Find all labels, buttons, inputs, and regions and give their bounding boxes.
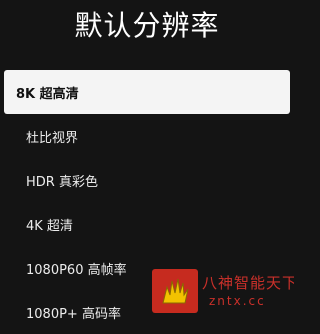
resolution-option-label: 杜比视界 <box>26 130 79 146</box>
resolution-option-label: 1080P+ 高码率 <box>26 306 121 322</box>
resolution-option-label: 4K 超清 <box>26 218 73 234</box>
watermark-domain: zntx.cc <box>209 294 266 308</box>
resolution-option-label: 1080P60 高帧率 <box>26 262 127 278</box>
resolution-option-dolby-vision[interactable]: 杜比视界 <box>0 114 294 158</box>
watermark: 八神智能天下 zntx.cc <box>152 268 294 322</box>
hand-icon <box>152 269 198 313</box>
resolution-option-4k[interactable]: 4K 超清 <box>0 202 294 246</box>
watermark-name: 八神智能天下 <box>202 274 294 292</box>
resolution-option-hdr[interactable]: HDR 真彩色 <box>0 158 294 202</box>
resolution-option-label: HDR 真彩色 <box>26 174 98 190</box>
page-title: 默认分辨率 <box>74 9 220 42</box>
resolution-option-label: 8K 超高清 <box>16 86 79 102</box>
resolution-option-8k-selected[interactable]: 8K 超高清 <box>4 70 290 114</box>
